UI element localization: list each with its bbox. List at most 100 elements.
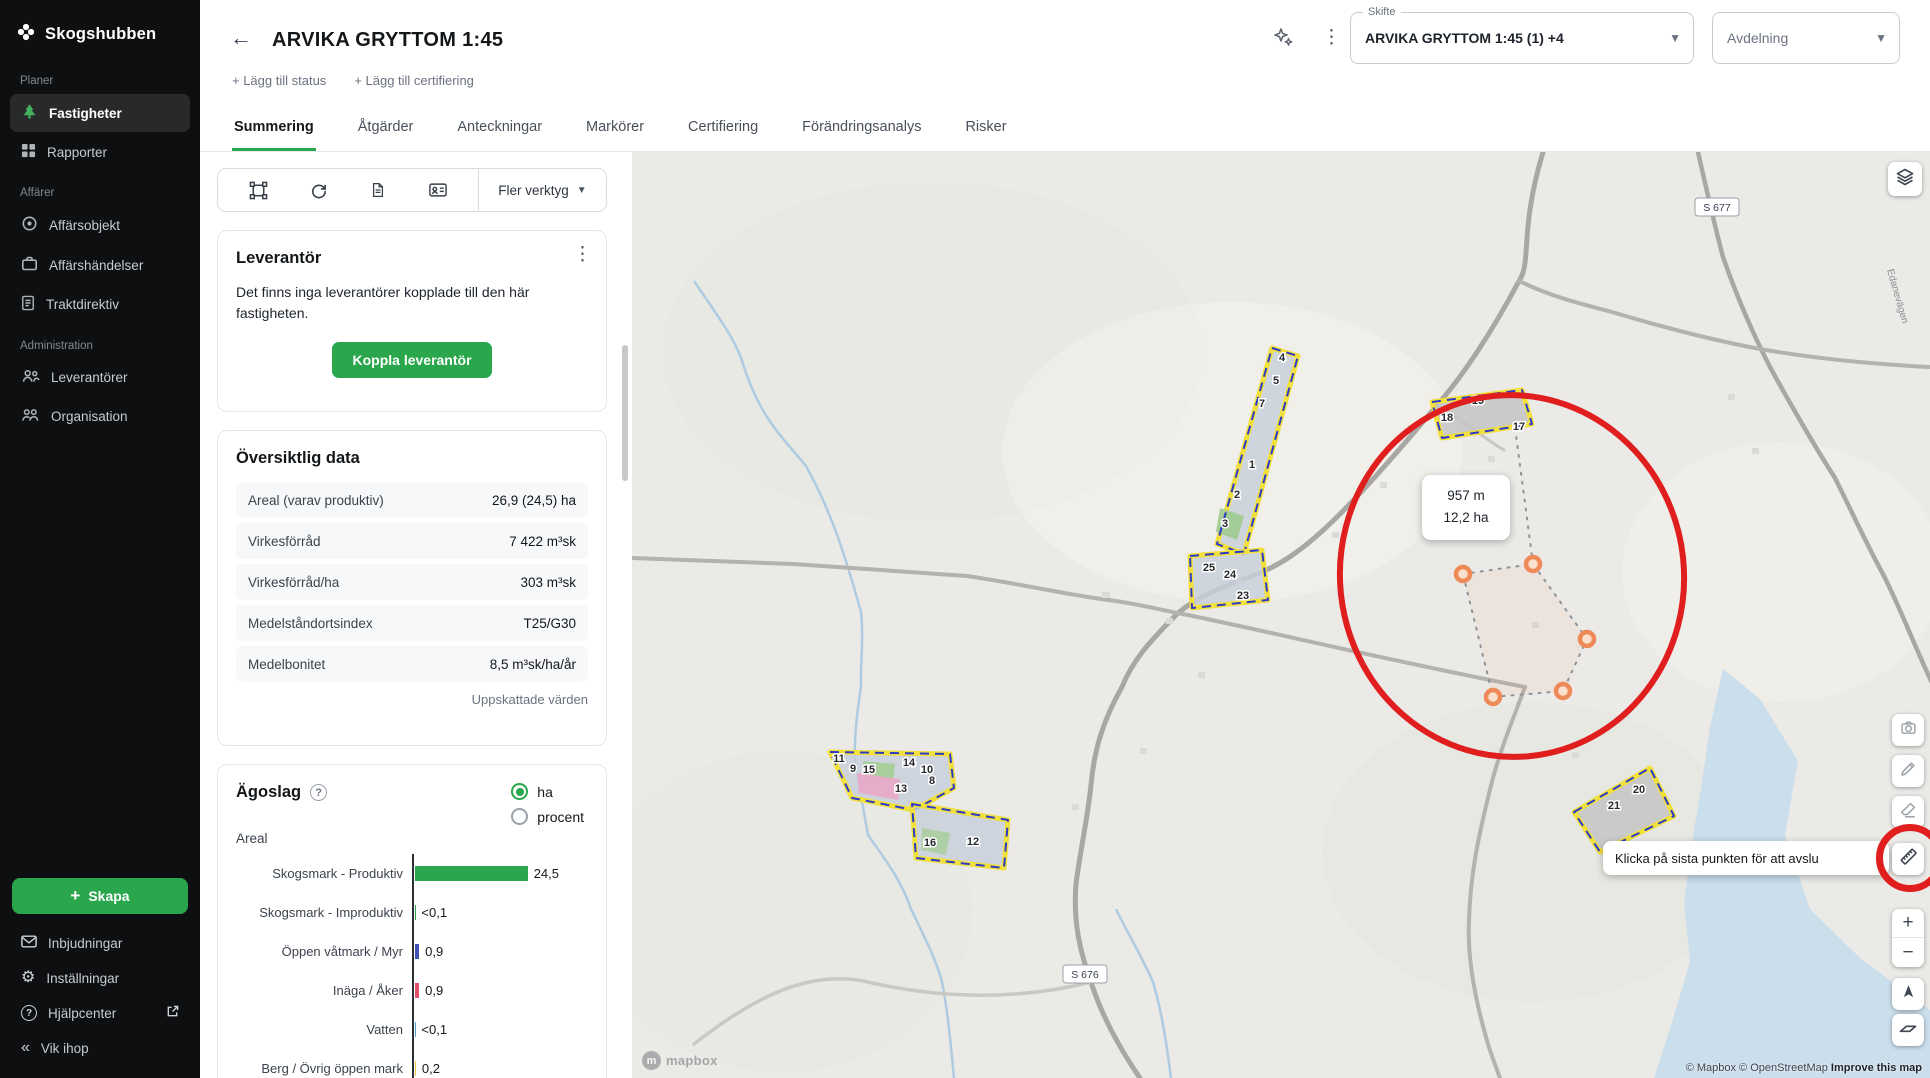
chart-row: Öppen våtmark / Myr 0,9 [236, 932, 588, 971]
panel-scrollbar[interactable] [622, 345, 628, 481]
radio-button [511, 808, 529, 825]
chart-row: Vatten <0,1 [236, 1010, 588, 1049]
bar [415, 1061, 416, 1076]
tab-forandringsanalys[interactable]: Förändringsanalys [800, 105, 923, 151]
collapse-icon: « [21, 1039, 30, 1056]
parcel-number: 21 [1608, 800, 1620, 812]
sidebar-item-label: Inbjudningar [48, 935, 123, 951]
parcel-number: 1 [1249, 459, 1255, 471]
connect-supplier-button[interactable]: Koppla leverantör [332, 342, 492, 378]
mapbox-logo[interactable]: m mapbox [642, 1051, 718, 1070]
radio-procent[interactable]: procent [511, 808, 584, 825]
sidebar-item-leverantorer[interactable]: Leverantörer [10, 359, 190, 396]
contact-card-button[interactable] [421, 173, 455, 207]
radio-label: ha [537, 783, 553, 800]
sidebar-item-rapporter[interactable]: Rapporter [10, 134, 190, 170]
draw-polygon-button[interactable] [241, 173, 275, 207]
supplier-menu-icon[interactable]: ⋮ [573, 243, 592, 266]
gear-icon: ⚙ [21, 969, 36, 986]
tab-anteckningar[interactable]: Anteckningar [455, 105, 544, 151]
skifte-value: ARVIKA GRYTTOM 1:45 (1) +4 [1365, 30, 1564, 46]
measured-area: 12,2 ha [1443, 510, 1489, 526]
tree-icon [21, 103, 38, 123]
measure-vertex[interactable] [1483, 687, 1503, 707]
external-link-icon [166, 1005, 179, 1021]
sidebar-item-vik-ihop[interactable]: « Vik ihop [10, 1031, 190, 1065]
unit-radio-group: ha procent [511, 783, 584, 825]
supplier-card: Leverantör ⋮ Det finns inga leverantörer… [217, 230, 607, 412]
map-attribution: © Mapbox © OpenStreetMap Improve this ma… [1686, 1062, 1922, 1074]
skifte-label: Skifte [1363, 6, 1401, 18]
map-screenshot-button[interactable] [1892, 714, 1924, 746]
mapbox-icon: m [642, 1051, 661, 1070]
sparkles-icon[interactable] [1272, 26, 1294, 53]
sidebar-item-label: Affärshändelser [49, 257, 144, 273]
estimated-values-note: Uppskattade värden [471, 692, 588, 707]
measurement-tooltip: 957 m 12,2 ha [1422, 475, 1510, 540]
pitch-toggle-button[interactable] [1892, 1014, 1924, 1046]
navigation-arrow-icon [1900, 983, 1917, 1005]
tab-certifiering[interactable]: Certifiering [686, 105, 760, 151]
measure-vertex[interactable] [1453, 564, 1473, 584]
back-button[interactable]: ← [230, 25, 252, 51]
parcel-number: 20 [1633, 784, 1645, 796]
more-tools-label: Fler verktyg [498, 182, 569, 198]
parcel-number: 8 [929, 775, 935, 787]
tab-atgarder[interactable]: Åtgärder [356, 105, 416, 151]
bar [415, 983, 420, 998]
create-button[interactable]: + Skapa [12, 878, 188, 914]
sidebar: Skogshubben Planer Fastigheter Rapporter… [0, 0, 200, 1078]
sidebar-item-inbjudningar[interactable]: Inbjudningar [10, 926, 190, 960]
measure-vertex[interactable] [1553, 681, 1573, 701]
improve-map-link[interactable]: Improve this map [1831, 1062, 1922, 1074]
logo[interactable]: Skogshubben [0, 0, 200, 59]
tab-summering[interactable]: Summering [232, 105, 316, 151]
chevron-down-icon: ▼ [576, 184, 587, 196]
measure-vertex[interactable] [1523, 554, 1543, 574]
section-label-affarer: Affärer [20, 187, 55, 199]
measure-button[interactable] [1892, 843, 1924, 875]
sidebar-item-traktdirektiv[interactable]: Traktdirektiv [10, 286, 190, 323]
help-icon[interactable]: ? [310, 784, 328, 801]
sync-button[interactable] [301, 173, 335, 207]
chart-row: Skogsmark - Improduktiv <0,1 [236, 893, 588, 932]
measure-vertex[interactable] [1577, 629, 1597, 649]
locate-button[interactable] [1892, 978, 1924, 1010]
grid-icon [21, 143, 36, 161]
sidebar-item-organisation[interactable]: Organisation [10, 398, 190, 435]
sidebar-item-affarsobjekt[interactable]: Affärsobjekt [10, 206, 190, 244]
svg-text:S 677: S 677 [1703, 202, 1731, 214]
parcel-number: 2 [1234, 489, 1240, 501]
sidebar-item-hjalpcenter[interactable]: ? Hjälpcenter [10, 996, 190, 1030]
tab-risker[interactable]: Risker [963, 105, 1008, 151]
svg-text:S 676: S 676 [1071, 969, 1099, 981]
zoom-out-button[interactable]: − [1892, 938, 1924, 967]
tab-markorer[interactable]: Markörer [584, 105, 646, 151]
layers-button[interactable] [1888, 162, 1922, 196]
sidebar-item-installningar[interactable]: ⚙ Inställningar [10, 961, 190, 995]
section-label-planer: Planer [20, 75, 54, 87]
header-menu-icon[interactable]: ⋮ [1322, 26, 1341, 49]
more-tools-dropdown[interactable]: Fler verktyg ▼ [478, 169, 606, 211]
map-base-layer: S 677 S 676 Edanevägen 45712325242319181… [632, 152, 1930, 1078]
parcel-number: 23 [1237, 590, 1249, 602]
sidebar-item-fastigheter[interactable]: Fastigheter [10, 94, 190, 132]
zoom-in-button[interactable]: + [1892, 909, 1924, 938]
skifte-select[interactable]: Skifte ARVIKA GRYTTOM 1:45 (1) +4 ▼ [1350, 6, 1694, 64]
draw-button[interactable] [1892, 755, 1924, 787]
parcel-group-southwest[interactable] [909, 801, 1011, 871]
map-canvas[interactable]: S 677 S 676 Edanevägen 4 5 7 1 2 3 25 24… [632, 152, 1930, 1078]
radio-ha[interactable]: ha [511, 783, 584, 800]
zoom-controls: + − [1892, 909, 1924, 967]
erase-button[interactable] [1892, 796, 1924, 828]
users-icon [21, 368, 40, 387]
attribution-text: © Mapbox © OpenStreetMap [1685, 1062, 1828, 1074]
overview-row: Medelbonitet 8,5 m³sk/ha/år [236, 646, 588, 682]
target-icon [21, 215, 38, 235]
avdelning-select[interactable]: Avdelning ▼ [1712, 12, 1900, 64]
add-certification-link[interactable]: + Lägg till certifiering [354, 73, 474, 88]
sidebar-item-affarshandelser[interactable]: Affärshändelser [10, 246, 190, 284]
add-status-link[interactable]: + Lägg till status [232, 73, 326, 88]
sidebar-item-label: Affärsobjekt [49, 217, 121, 233]
file-button[interactable] [361, 173, 395, 207]
